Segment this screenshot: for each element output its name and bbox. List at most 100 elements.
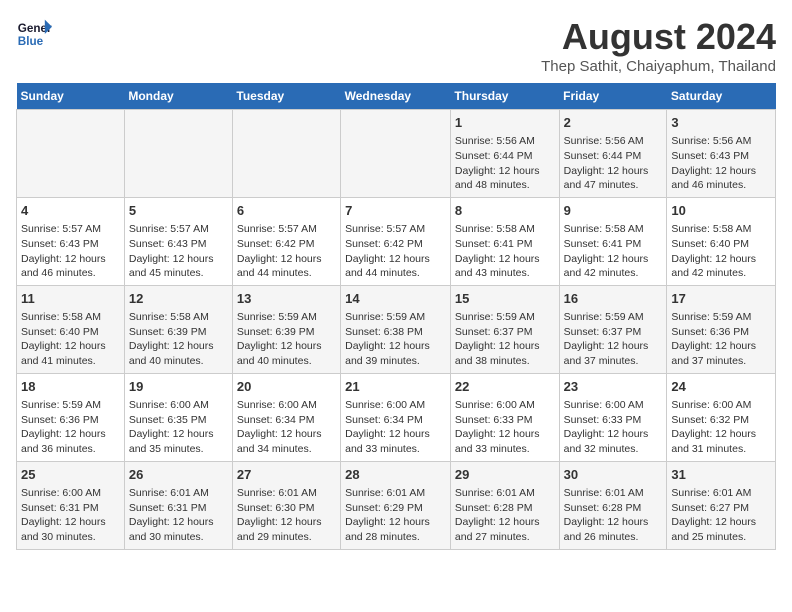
day-info: Sunrise: 6:00 AM Sunset: 6:33 PM Dayligh… bbox=[564, 398, 663, 457]
day-info: Sunrise: 6:00 AM Sunset: 6:34 PM Dayligh… bbox=[345, 398, 446, 457]
header-cell-thursday: Thursday bbox=[450, 83, 559, 110]
calendar-cell: 27 Sunrise: 6:01 AM Sunset: 6:30 PM Dayli… bbox=[232, 461, 340, 549]
day-number: 4 bbox=[21, 202, 120, 220]
day-info: Sunrise: 5:59 AM Sunset: 6:36 PM Dayligh… bbox=[21, 398, 120, 457]
day-number: 9 bbox=[564, 202, 663, 220]
day-info: Sunrise: 5:57 AM Sunset: 6:42 PM Dayligh… bbox=[345, 222, 446, 281]
calendar-cell bbox=[341, 110, 451, 198]
day-number: 15 bbox=[455, 290, 555, 308]
calendar-cell: 4 Sunrise: 5:57 AM Sunset: 6:43 PM Daylig… bbox=[17, 197, 125, 285]
day-number: 10 bbox=[671, 202, 771, 220]
day-number: 13 bbox=[237, 290, 336, 308]
day-info: Sunrise: 5:59 AM Sunset: 6:36 PM Dayligh… bbox=[671, 310, 771, 369]
calendar-cell: 25Sunrise: 6:00 AM Sunset: 6:31 PM Dayli… bbox=[17, 461, 125, 549]
day-number: 17 bbox=[671, 290, 771, 308]
calendar-week-2: 4 Sunrise: 5:57 AM Sunset: 6:43 PM Daylig… bbox=[17, 197, 776, 285]
header-cell-tuesday: Tuesday bbox=[232, 83, 340, 110]
header-cell-monday: Monday bbox=[124, 83, 232, 110]
title-area: August 2024 Thep Sathit, Chaiyaphum, Tha… bbox=[541, 16, 776, 75]
header-cell-friday: Friday bbox=[559, 83, 667, 110]
calendar-cell: 2 Sunrise: 5:56 AM Sunset: 6:44 PM Daylig… bbox=[559, 110, 667, 198]
page-subtitle: Thep Sathit, Chaiyaphum, Thailand bbox=[541, 58, 776, 75]
calendar-header: SundayMondayTuesdayWednesdayThursdayFrid… bbox=[17, 83, 776, 110]
calendar-cell: 20 Sunrise: 6:00 AM Sunset: 6:34 PM Dayli… bbox=[232, 373, 340, 461]
calendar-cell: 17 Sunrise: 5:59 AM Sunset: 6:36 PM Dayli… bbox=[667, 285, 776, 373]
day-number: 11 bbox=[21, 290, 120, 308]
day-number: 22 bbox=[455, 378, 555, 396]
day-number: 3 bbox=[671, 114, 771, 132]
day-number: 2 bbox=[564, 114, 663, 132]
calendar-cell: 8 Sunrise: 5:58 AM Sunset: 6:41 PM Daylig… bbox=[450, 197, 559, 285]
calendar-week-4: 18 Sunrise: 5:59 AM Sunset: 6:36 PM Dayli… bbox=[17, 373, 776, 461]
calendar-cell: 11 Sunrise: 5:58 AM Sunset: 6:40 PM Dayli… bbox=[17, 285, 125, 373]
calendar-body: 1 Sunrise: 5:56 AM Sunset: 6:44 PM Daylig… bbox=[17, 110, 776, 550]
calendar-cell: 29Sunrise: 6:01 AM Sunset: 6:28 PM Dayli… bbox=[450, 461, 559, 549]
day-info: Sunrise: 6:01 AM Sunset: 6:31 PM Dayligh… bbox=[129, 486, 228, 545]
day-info: Sunrise: 5:58 AM Sunset: 6:40 PM Dayligh… bbox=[671, 222, 771, 281]
header-cell-saturday: Saturday bbox=[667, 83, 776, 110]
calendar-cell: 12 Sunrise: 5:58 AM Sunset: 6:39 PM Dayli… bbox=[124, 285, 232, 373]
day-number: 27 bbox=[237, 466, 336, 484]
day-number: 1 bbox=[455, 114, 555, 132]
calendar-cell bbox=[17, 110, 125, 198]
calendar-cell: 1 Sunrise: 5:56 AM Sunset: 6:44 PM Daylig… bbox=[450, 110, 559, 198]
day-info: Sunrise: 5:57 AM Sunset: 6:43 PM Dayligh… bbox=[21, 222, 120, 281]
day-info: Sunrise: 5:58 AM Sunset: 6:41 PM Dayligh… bbox=[455, 222, 555, 281]
calendar-cell: 14Sunrise: 5:59 AM Sunset: 6:38 PM Dayli… bbox=[341, 285, 451, 373]
svg-text:Blue: Blue bbox=[18, 35, 44, 48]
day-info: Sunrise: 6:01 AM Sunset: 6:30 PM Dayligh… bbox=[237, 486, 336, 545]
calendar-cell: 23 Sunrise: 6:00 AM Sunset: 6:33 PM Dayli… bbox=[559, 373, 667, 461]
header-cell-wednesday: Wednesday bbox=[341, 83, 451, 110]
day-info: Sunrise: 5:57 AM Sunset: 6:43 PM Dayligh… bbox=[129, 222, 228, 281]
calendar-table: SundayMondayTuesdayWednesdayThursdayFrid… bbox=[16, 83, 776, 550]
day-number: 26 bbox=[129, 466, 228, 484]
day-info: Sunrise: 6:00 AM Sunset: 6:31 PM Dayligh… bbox=[21, 486, 120, 545]
day-number: 8 bbox=[455, 202, 555, 220]
header-cell-sunday: Sunday bbox=[17, 83, 125, 110]
logo-icon: General Blue bbox=[16, 16, 52, 52]
day-number: 21 bbox=[345, 378, 446, 396]
calendar-cell: 18 Sunrise: 5:59 AM Sunset: 6:36 PM Dayli… bbox=[17, 373, 125, 461]
day-number: 19 bbox=[129, 378, 228, 396]
calendar-cell: 7Sunrise: 5:57 AM Sunset: 6:42 PM Daylig… bbox=[341, 197, 451, 285]
calendar-cell: 10 Sunrise: 5:58 AM Sunset: 6:40 PM Dayli… bbox=[667, 197, 776, 285]
day-info: Sunrise: 6:01 AM Sunset: 6:28 PM Dayligh… bbox=[564, 486, 663, 545]
day-number: 30 bbox=[564, 466, 663, 484]
calendar-cell: 6 Sunrise: 5:57 AM Sunset: 6:42 PM Daylig… bbox=[232, 197, 340, 285]
day-number: 12 bbox=[129, 290, 228, 308]
calendar-cell: 26 Sunrise: 6:01 AM Sunset: 6:31 PM Dayli… bbox=[124, 461, 232, 549]
day-number: 31 bbox=[671, 466, 771, 484]
day-info: Sunrise: 5:57 AM Sunset: 6:42 PM Dayligh… bbox=[237, 222, 336, 281]
calendar-cell: 28Sunrise: 6:01 AM Sunset: 6:29 PM Dayli… bbox=[341, 461, 451, 549]
calendar-cell: 21 Sunrise: 6:00 AM Sunset: 6:34 PM Dayli… bbox=[341, 373, 451, 461]
header-row: SundayMondayTuesdayWednesdayThursdayFrid… bbox=[17, 83, 776, 110]
day-number: 29 bbox=[455, 466, 555, 484]
day-info: Sunrise: 6:01 AM Sunset: 6:27 PM Dayligh… bbox=[671, 486, 771, 545]
day-number: 20 bbox=[237, 378, 336, 396]
calendar-cell: 16 Sunrise: 5:59 AM Sunset: 6:37 PM Dayli… bbox=[559, 285, 667, 373]
day-info: Sunrise: 5:58 AM Sunset: 6:39 PM Dayligh… bbox=[129, 310, 228, 369]
day-number: 14 bbox=[345, 290, 446, 308]
day-number: 23 bbox=[564, 378, 663, 396]
logo: General Blue bbox=[16, 16, 52, 52]
day-info: Sunrise: 5:59 AM Sunset: 6:37 PM Dayligh… bbox=[455, 310, 555, 369]
day-info: Sunrise: 5:58 AM Sunset: 6:40 PM Dayligh… bbox=[21, 310, 120, 369]
day-number: 18 bbox=[21, 378, 120, 396]
day-info: Sunrise: 5:56 AM Sunset: 6:44 PM Dayligh… bbox=[564, 134, 663, 193]
day-info: Sunrise: 5:58 AM Sunset: 6:41 PM Dayligh… bbox=[564, 222, 663, 281]
calendar-week-1: 1 Sunrise: 5:56 AM Sunset: 6:44 PM Daylig… bbox=[17, 110, 776, 198]
calendar-cell: 13Sunrise: 5:59 AM Sunset: 6:39 PM Dayli… bbox=[232, 285, 340, 373]
calendar-cell: 30 Sunrise: 6:01 AM Sunset: 6:28 PM Dayli… bbox=[559, 461, 667, 549]
day-info: Sunrise: 5:56 AM Sunset: 6:44 PM Dayligh… bbox=[455, 134, 555, 193]
day-info: Sunrise: 6:00 AM Sunset: 6:34 PM Dayligh… bbox=[237, 398, 336, 457]
calendar-week-3: 11 Sunrise: 5:58 AM Sunset: 6:40 PM Dayli… bbox=[17, 285, 776, 373]
day-number: 16 bbox=[564, 290, 663, 308]
day-number: 24 bbox=[671, 378, 771, 396]
calendar-cell bbox=[124, 110, 232, 198]
header: General Blue August 2024 Thep Sathit, Ch… bbox=[16, 16, 776, 75]
calendar-cell: 22Sunrise: 6:00 AM Sunset: 6:33 PM Dayli… bbox=[450, 373, 559, 461]
day-number: 6 bbox=[237, 202, 336, 220]
day-info: Sunrise: 5:59 AM Sunset: 6:37 PM Dayligh… bbox=[564, 310, 663, 369]
calendar-cell: 15 Sunrise: 5:59 AM Sunset: 6:37 PM Dayli… bbox=[450, 285, 559, 373]
calendar-cell: 9 Sunrise: 5:58 AM Sunset: 6:41 PM Daylig… bbox=[559, 197, 667, 285]
